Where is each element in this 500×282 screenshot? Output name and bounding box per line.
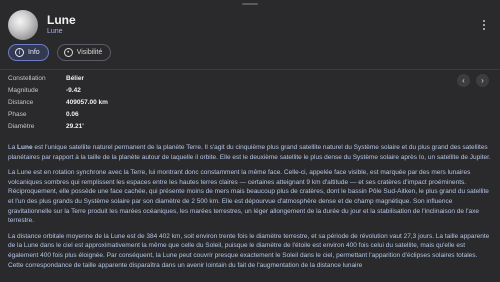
description-prefix: La <box>8 144 18 151</box>
header: Lune Lune <box>8 8 492 42</box>
property-row: Diamètre 29.21' <box>8 121 108 133</box>
property-row: Phase 0.06 <box>8 109 108 121</box>
property-value: 409057.00 km <box>66 99 108 106</box>
tab-info-label: Info <box>28 49 40 56</box>
property-label: Distance <box>8 99 34 106</box>
property-label: Diamètre <box>8 123 35 130</box>
properties-list: Constellation Bélier Magnitude -9.42 Dis… <box>8 73 108 133</box>
divider <box>0 69 500 70</box>
moon-avatar <box>8 10 38 40</box>
description-paragraph: La Lune est l'unique satellite naturel p… <box>8 143 492 162</box>
description-text: est l'unique satellite naturel permanent… <box>8 144 491 161</box>
property-row: Magnitude -9.42 <box>8 85 108 97</box>
property-value: -9.42 <box>66 87 81 94</box>
tab-visibility-label: Visibilité <box>76 49 103 56</box>
property-value: 0.06 <box>66 111 79 118</box>
description-paragraph: La Lune est en rotation synchrone avec l… <box>8 169 489 225</box>
tab-visibility[interactable]: • Visibilité <box>56 44 112 61</box>
tab-info[interactable]: i Info <box>8 44 49 61</box>
eye-icon: • <box>63 48 73 57</box>
header-titles: Lune Lune <box>47 13 76 37</box>
property-row: Constellation Bélier <box>8 73 108 85</box>
property-value: 29.21' <box>66 123 84 130</box>
tab-bar: i Info • Visibilité <box>8 44 112 61</box>
object-title: Lune <box>47 13 76 27</box>
description-paragraph: La distance orbitale moyenne de la Lune … <box>8 232 490 269</box>
property-row: Distance 409057.00 km <box>8 97 108 109</box>
object-subtitle: Lune <box>47 28 63 35</box>
property-label: Magnitude <box>8 87 39 94</box>
description: La Lune est l'unique satellite naturel p… <box>8 143 492 276</box>
property-label: Constellation <box>8 75 46 82</box>
more-vertical-icon[interactable] <box>476 17 492 33</box>
property-label: Phase <box>8 111 27 118</box>
description-object-name: Lune <box>17 144 33 151</box>
info-icon: i <box>15 48 24 57</box>
next-button[interactable]: › <box>476 74 489 87</box>
drag-handle[interactable] <box>242 3 258 5</box>
property-value: Bélier <box>66 75 85 82</box>
previous-button[interactable]: ‹ <box>457 74 470 87</box>
navigation-buttons: ‹ › <box>457 74 489 87</box>
